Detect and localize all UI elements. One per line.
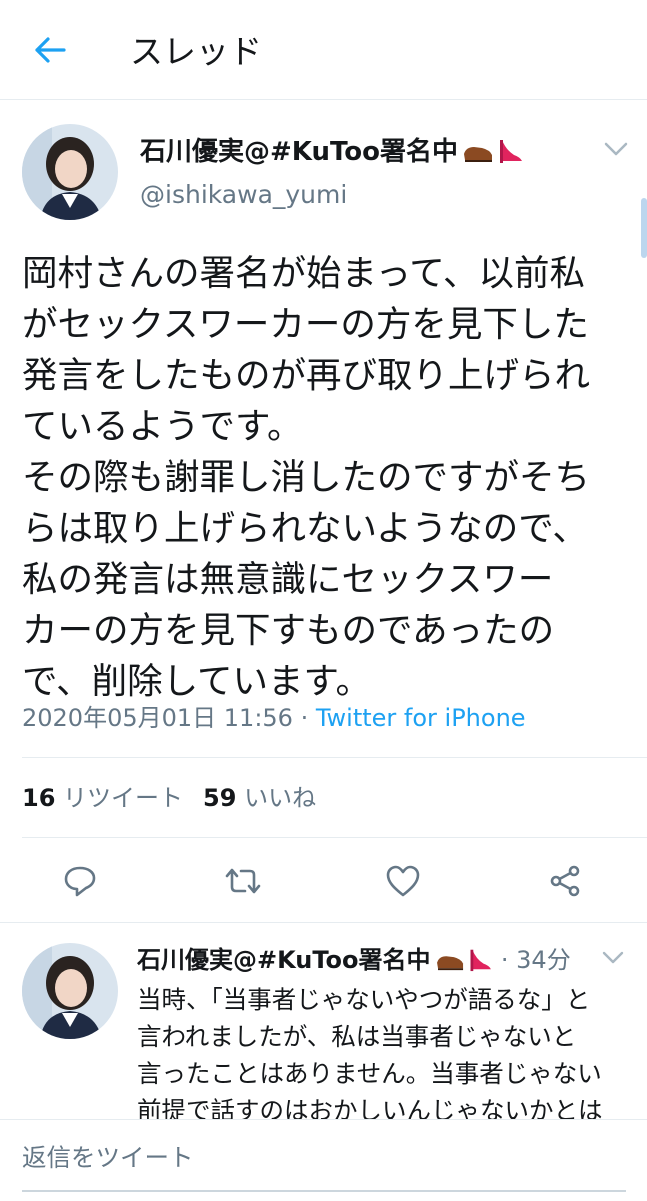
like-button[interactable] [383,861,423,901]
tweet-text: 岡村さんの署名が始まって、以前私 がセックスワーカーの方を見下した 発言をしたも… [22,248,637,707]
author-handle[interactable]: @ishikawa_yumi [140,180,347,210]
reply-icon [64,866,96,897]
reply-avatar[interactable] [22,943,118,1039]
retweet-label: リツイート [63,784,184,812]
meta-separator: · [292,704,316,732]
divider [22,837,647,838]
retweet-icon [225,868,261,894]
avatar[interactable] [22,124,118,220]
reply-composer: 返信をツイート [0,1119,647,1201]
chevron-down-icon[interactable] [603,140,629,158]
like-stat[interactable]: 59 いいね [203,784,316,812]
share-icon [550,865,580,897]
chevron-down-icon[interactable] [601,950,625,966]
reply-text-line: 言われましたが、私は当事者じゃないと [137,1022,577,1051]
retweet-stat[interactable]: 16 リツイート [22,784,183,812]
tweet-text-line: ているようです。 [22,406,303,447]
page-title: スレッド [130,32,262,71]
reply-input[interactable]: 返信をツイート [22,1140,194,1176]
reply-text-line: 当時、「当事者じゃないやつが語るな」と [137,985,591,1014]
reply-text-line: 言ったことはありません。当事者じゃない [137,1059,602,1088]
like-count: 59 [203,784,237,812]
tweet-text-line: らは取り上げられないようなので、 [22,508,588,549]
retweet-count: 16 [22,784,56,812]
shoes-emoji-icon [462,136,524,172]
reply-header[interactable]: 石川優実@#KuToo署名中 · 34分 [137,943,571,981]
author-name[interactable]: 石川優実@#KuToo署名中 [140,136,524,172]
tweet-text-line: 発言をしたものが再び取り上げられ [22,355,591,396]
reply-time: · 34分 [500,946,571,974]
top-bar: スレッド [0,0,647,100]
tweet-meta: 2020年05月01日 11:56 · Twitter for iPhone [22,700,526,736]
tweet-source-link[interactable]: Twitter for iPhone [316,704,526,732]
tweet-datetime[interactable]: 2020年05月01日 11:56 [22,704,293,732]
shoes-emoji-icon [435,946,493,981]
retweet-button[interactable] [223,861,263,901]
reply-author-name: 石川優実@#KuToo署名中 [137,946,431,974]
tweet-text-line: その際も謝罪し消したのですがそち [22,457,591,498]
arrow-left-icon [35,37,66,63]
like-label: いいね [244,784,317,812]
back-button[interactable] [30,30,70,70]
heart-icon [386,865,420,897]
share-button[interactable] [545,861,585,901]
reply-text: 当時、「当事者じゃないやつが語るな」と 言われましたが、私は当事者じゃないと 言… [137,981,642,1129]
tweet-stats: 16 リツイート 59 いいね [22,780,316,816]
section-divider [0,922,647,923]
tweet-text-line: 私の発言は無意識にセックスワー [22,559,554,600]
tweet-text-line: 岡村さんの署名が始まって、以前私 [22,253,586,294]
input-underline [22,1190,626,1192]
reply-button[interactable] [60,861,100,901]
divider [22,757,647,758]
tweet-text-line: カーの方を見下すものであったの [22,610,555,651]
scrollbar-thumb[interactable] [641,198,647,258]
author-name-text: 石川優実@#KuToo署名中 [140,137,458,167]
tweet-text-line: がセックスワーカーの方を見下した [22,304,589,345]
